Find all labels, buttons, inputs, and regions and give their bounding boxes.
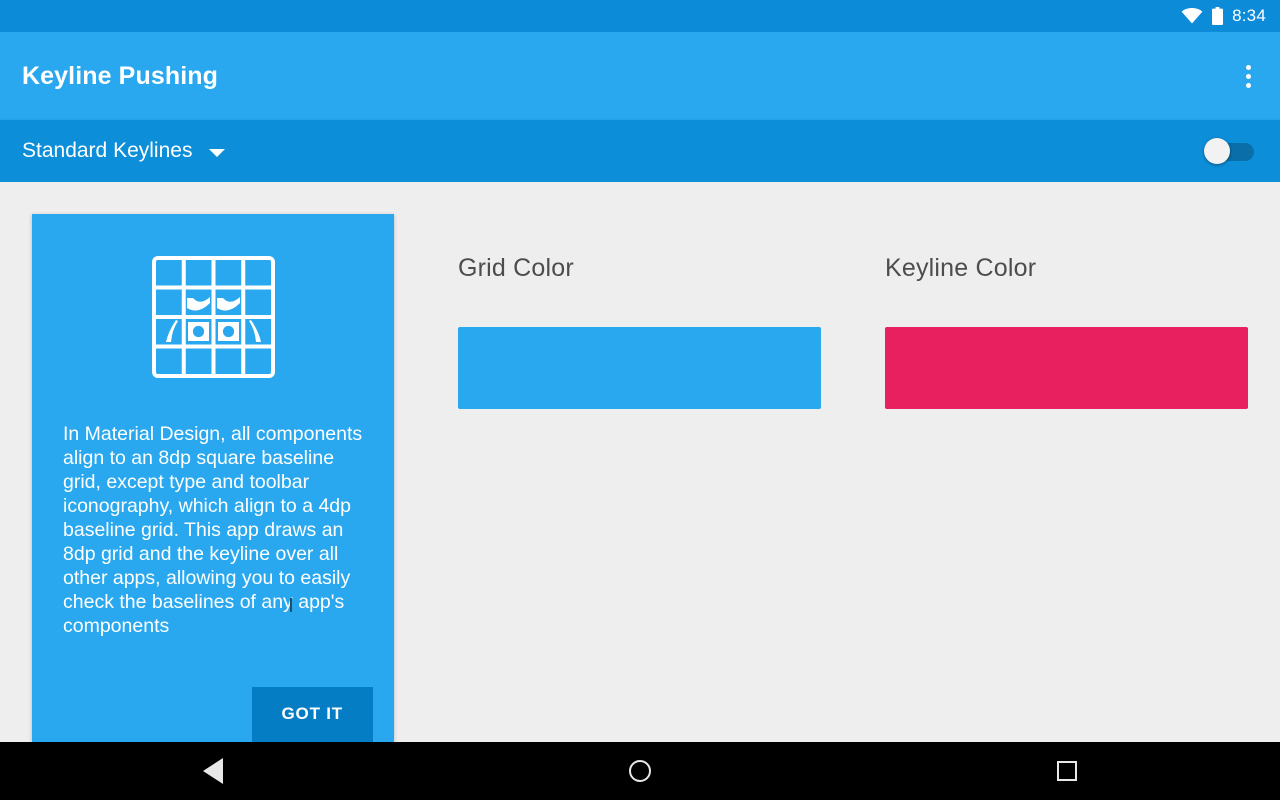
info-card-actions: GOT IT — [32, 687, 394, 742]
status-bar: 8:34 — [0, 0, 1280, 32]
recents-glyph — [1056, 761, 1077, 781]
back-glyph — [203, 758, 224, 784]
app-bar: Keyline Pushing — [0, 32, 1280, 120]
keyline-mode-spinner[interactable]: Standard Keylines — [22, 139, 226, 163]
android-nav-bar — [0, 742, 1280, 800]
home-glyph — [628, 760, 651, 782]
status-time: 8:34 — [1232, 6, 1266, 25]
overflow-dot — [1245, 82, 1251, 88]
home-circle-icon[interactable] — [580, 742, 700, 800]
overlay-toggle-switch[interactable] — [1204, 136, 1254, 166]
keyline-color-swatch[interactable] — [885, 327, 1248, 409]
info-card: In Material Design, all components align… — [32, 214, 394, 742]
battery-icon — [1212, 7, 1224, 25]
app-root: 8:34 Keyline Pushing Standard Keylines I… — [0, 0, 1280, 800]
overflow-dot — [1245, 64, 1251, 70]
back-triangle-icon[interactable] — [153, 742, 273, 800]
recents-square-icon[interactable] — [1007, 742, 1127, 800]
info-card-body: In Material Design, all components align… — [63, 423, 363, 637]
keyline-color-label: Keyline Color — [885, 254, 1037, 282]
wifi-icon — [1181, 8, 1203, 24]
got-it-button[interactable]: GOT IT — [251, 687, 373, 742]
keyline-color-picker: Keyline Color — [885, 254, 1248, 409]
overflow-dot — [1245, 73, 1251, 79]
grid-color-swatch[interactable] — [458, 327, 821, 409]
chevron-down-icon — [209, 148, 226, 157]
overflow-menu-icon[interactable] — [1216, 32, 1280, 120]
switch-thumb — [1204, 138, 1230, 164]
grid-color-label: Grid Color — [458, 254, 574, 282]
baseline-grid-icon — [32, 256, 394, 378]
grid-color-picker: Grid Color — [458, 254, 821, 409]
keyline-marker — [290, 598, 292, 612]
page-title: Keyline Pushing — [22, 61, 218, 90]
content-area: In Material Design, all components align… — [0, 182, 1280, 742]
spinner-label: Standard Keylines — [22, 139, 193, 162]
sub-toolbar: Standard Keylines — [0, 120, 1280, 182]
